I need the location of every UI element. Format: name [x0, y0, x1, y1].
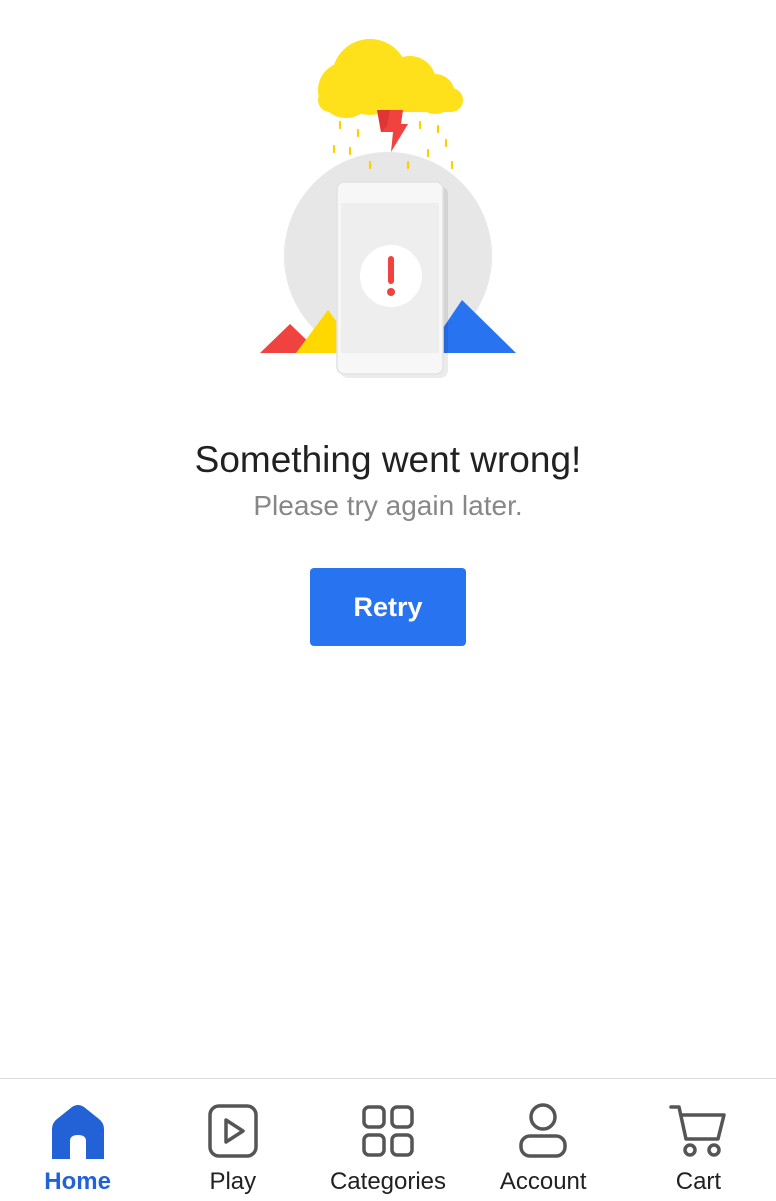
nav-label-categories: Categories — [329, 1168, 447, 1195]
nav-item-cart[interactable]: Cart — [621, 1079, 776, 1201]
nav-item-categories[interactable]: Categories — [310, 1079, 465, 1201]
account-icon — [519, 1103, 567, 1158]
nav-item-home[interactable]: Home — [0, 1079, 155, 1201]
cart-icon — [669, 1105, 727, 1157]
cloud-icon — [318, 39, 463, 118]
nav-label-account: Account — [499, 1168, 587, 1195]
phone-icon — [336, 181, 444, 375]
bottom-navigation: Home Play Categories Account Cart — [0, 1078, 776, 1201]
nav-label-cart: Cart — [675, 1168, 722, 1195]
categories-icon — [362, 1105, 414, 1157]
nav-item-account[interactable]: Account — [466, 1079, 621, 1201]
error-title: Something went wrong! — [194, 439, 582, 480]
nav-label-play: Play — [209, 1168, 257, 1195]
error-subtitle: Please try again later. — [253, 490, 523, 521]
lightning-icon — [377, 110, 408, 152]
retry-button[interactable]: Retry — [310, 568, 466, 646]
error-illustration — [260, 39, 516, 378]
home-icon — [51, 1105, 104, 1159]
nav-label-home: Home — [44, 1168, 111, 1195]
play-icon — [208, 1104, 258, 1158]
nav-item-play[interactable]: Play — [155, 1079, 310, 1201]
